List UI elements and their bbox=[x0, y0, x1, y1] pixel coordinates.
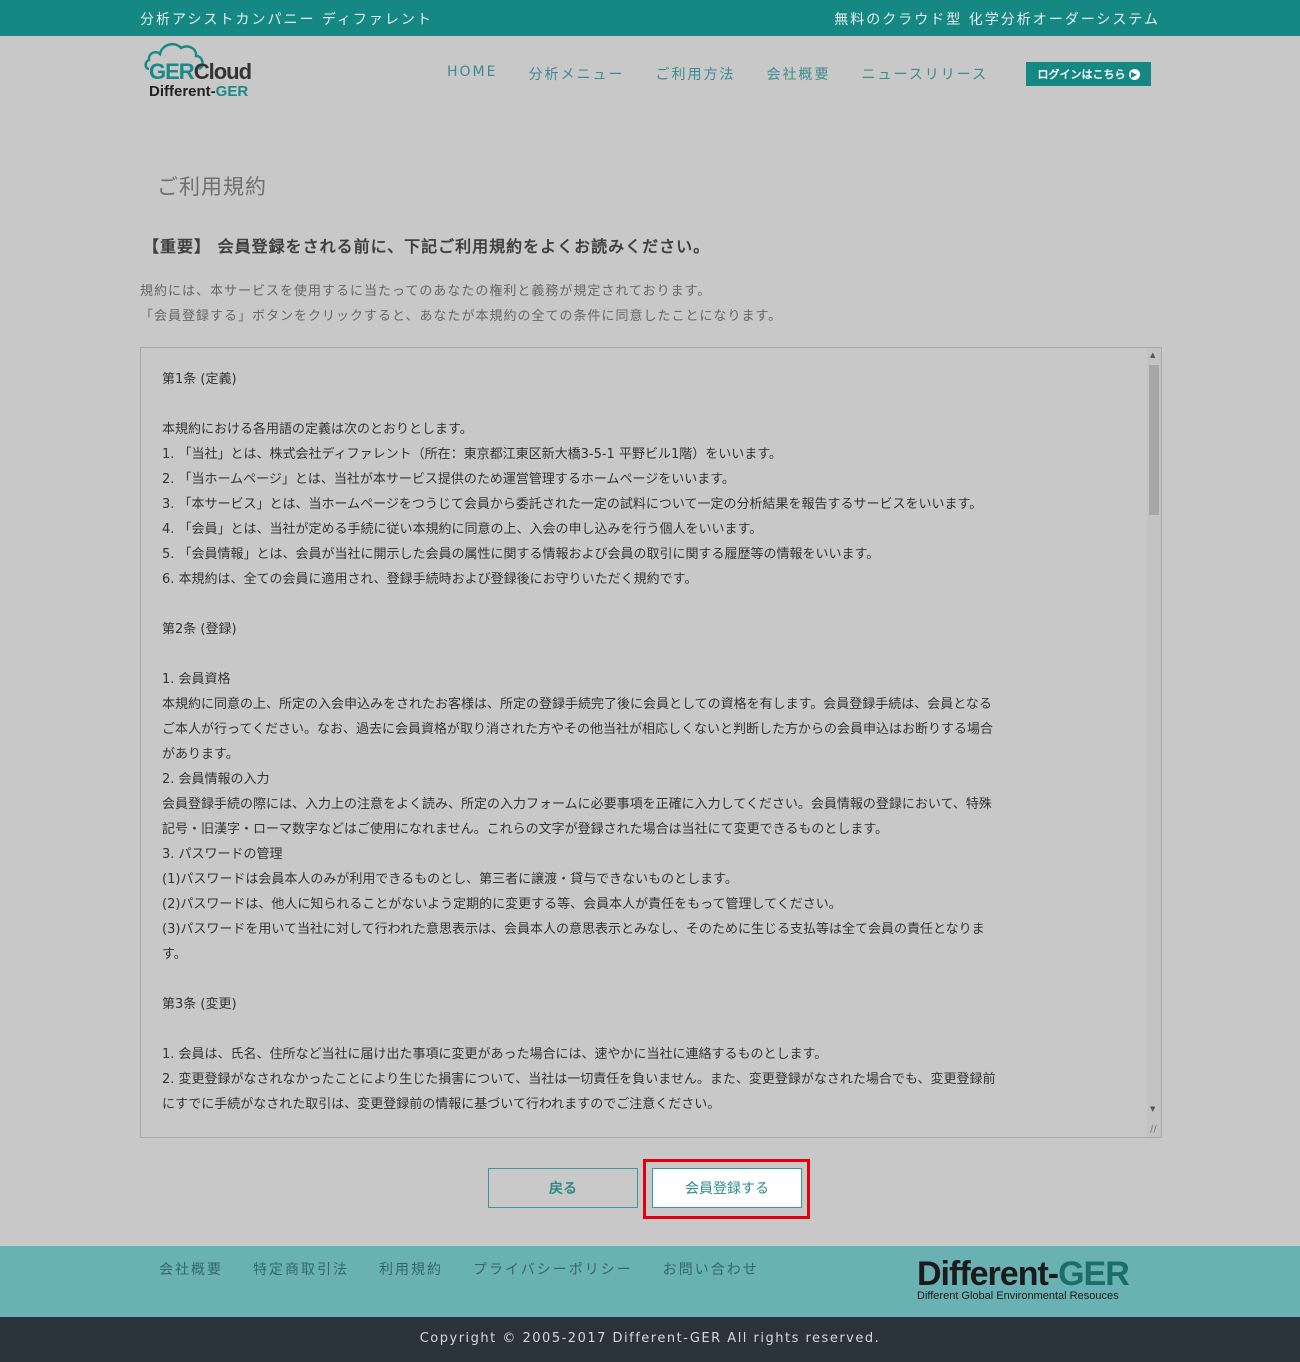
login-label: ログインはこちら bbox=[1037, 68, 1126, 81]
scrollbar-thumb[interactable] bbox=[1149, 365, 1159, 515]
terms-line: 第2条 (登録) bbox=[162, 622, 237, 637]
terms-line: があります。 bbox=[162, 747, 239, 762]
footer-link-terms[interactable]: 利用規約 bbox=[379, 1259, 443, 1279]
logo-ger-2: GER bbox=[215, 83, 249, 100]
terms-blank-line bbox=[162, 967, 1132, 992]
terms-line: 4. 「会員」とは、当社が定める手続に従い本規約に同意の上、入会の申し込みを行う… bbox=[162, 522, 763, 537]
footer-links: 会社概要 特定商取引法 利用規約 プライバシーポリシー お問い合わせ bbox=[159, 1259, 789, 1279]
scroll-up-icon[interactable]: ▲ bbox=[1150, 351, 1155, 359]
footer-logo-different: Different- bbox=[917, 1255, 1059, 1293]
scroll-down-icon[interactable]: ▼ bbox=[1150, 1105, 1155, 1113]
footer-link-contact[interactable]: お問い合わせ bbox=[663, 1259, 759, 1279]
terms-textarea[interactable]: 第1条 (定義) 本規約における各用語の定義は次のとおりとします。 1. 「当社」と… bbox=[140, 347, 1162, 1138]
terms-line: にすでに手続がなされた取引は、変更登録前の情報に基づいて行われますのでご注意くだ… bbox=[162, 1097, 721, 1112]
terms-line: す。 bbox=[162, 947, 187, 962]
terms-scrollbar[interactable]: ▲ ▼ bbox=[1147, 348, 1161, 1137]
nav-usage[interactable]: ご利用方法 bbox=[655, 64, 735, 84]
terms-line: 第1条 (定義) bbox=[162, 372, 237, 387]
footer-link-privacy[interactable]: プライバシーポリシー bbox=[473, 1259, 633, 1279]
logo-different: Different- bbox=[149, 83, 216, 100]
resize-grip-icon[interactable]: ∕∕ bbox=[1150, 1124, 1157, 1135]
terms-line: (2)パスワードは、他人に知られることがないよう定期的に変更する等、会員本人が責… bbox=[162, 897, 842, 912]
footer-logo[interactable]: Different-GER Different Global Environme… bbox=[917, 1255, 1130, 1302]
terms-line: 記号・旧漢字・ローマ数字などはご使用になれません。これらの文字が登録された場合は… bbox=[162, 822, 889, 837]
terms-blank-line bbox=[162, 642, 1132, 667]
logo-cloud: Cloud bbox=[193, 59, 252, 84]
terms-blank-line bbox=[162, 592, 1132, 617]
main-nav: HOME 分析メニュー ご利用方法 会社概要 ニュースリリース bbox=[447, 64, 1019, 84]
terms-line: 1. 「当社」とは、株式会社ディファレント（所在：東京都江東区新大橋3-5-1 … bbox=[162, 447, 782, 462]
intro-text: 規約には、本サービスを使用するに当たってのあなたの権利と義務が規定されております… bbox=[140, 279, 782, 329]
page-title: ご利用規約 bbox=[157, 175, 267, 199]
terms-line: 3. 「本サービス」とは、当ホームページをつうじて会員から委託された一定の試料に… bbox=[162, 497, 983, 512]
logo-ger: GER bbox=[149, 59, 195, 84]
footer-logo-ger: GER bbox=[1058, 1255, 1130, 1293]
top-bar: 分析アシストカンパニー ディファレント 無料のクラウド型 化学分析オーダーシステ… bbox=[0, 0, 1300, 36]
terms-line: 2. 変更登録がなされなかったことにより生じた損害について、当社は一切責任を負い… bbox=[162, 1072, 996, 1087]
terms-line: ご本人が行ってください。なお、過去に会員資格が取り消された方やその他当社が相応し… bbox=[162, 722, 993, 737]
terms-line: 1. 会員資格 bbox=[162, 672, 231, 687]
arrow-right-icon: ▶ bbox=[1128, 68, 1140, 80]
register-button[interactable]: 会員登録する bbox=[652, 1168, 802, 1208]
terms-line: 1. 会員は、氏名、住所など当社に届け出た事項に変更があった場合には、速やかに当… bbox=[162, 1047, 828, 1062]
footer: 会社概要 特定商取引法 利用規約 プライバシーポリシー お問い合わせ Diffe… bbox=[0, 1246, 1300, 1317]
terms-line: 3. パスワードの管理 bbox=[162, 847, 283, 862]
footer-logo-sub: Different Global Environmental Resouces bbox=[917, 1290, 1119, 1302]
terms-line: 本規約に同意の上、所定の入会申込みをされたお客様は、所定の登録手続完了後に会員と… bbox=[162, 697, 992, 712]
nav-company[interactable]: 会社概要 bbox=[766, 64, 830, 84]
nav-home[interactable]: HOME bbox=[447, 64, 497, 84]
login-button[interactable]: ログインはこちら ▶ bbox=[1026, 62, 1151, 86]
intro-line: 規約には、本サービスを使用するに当たってのあなたの権利と義務が規定されております… bbox=[140, 284, 712, 299]
important-notice: 【重要】 会員登録をされる前に、下記ご利用規約をよくお読みください。 bbox=[143, 237, 711, 256]
terms-line: 本規約における各用語の定義は次のとおりとします。 bbox=[162, 422, 473, 437]
terms-line: 第3条 (変更) bbox=[162, 997, 237, 1012]
terms-line: 2. 会員情報の入力 bbox=[162, 772, 270, 787]
footer-link-commerce-law[interactable]: 特定商取引法 bbox=[253, 1259, 349, 1279]
terms-content: 第1条 (定義) 本規約における各用語の定義は次のとおりとします。 1. 「当社」と… bbox=[162, 367, 1132, 1117]
nav-menu[interactable]: 分析メニュー bbox=[528, 64, 624, 84]
company-tagline: 分析アシストカンパニー ディファレント bbox=[140, 12, 433, 28]
copyright: Copyright © 2005-2017 Different-GER All … bbox=[0, 1317, 1300, 1362]
service-tagline: 無料のクラウド型 化学分析オーダーシステム bbox=[834, 12, 1160, 28]
terms-line: 会員登録手続の際には、入力上の注意をよく読み、所定の入力フォームに必要事項を正確… bbox=[162, 797, 992, 812]
intro-line: 「会員登録する」ボタンをクリックすると、あなたが本規約の全ての条件に同意したこと… bbox=[140, 309, 783, 324]
terms-line: 5. 「会員情報」とは、会員が当社に開示した会員の属性に関する情報および会員の取… bbox=[162, 547, 880, 562]
footer-link-company[interactable]: 会社概要 bbox=[159, 1259, 223, 1279]
terms-blank-line bbox=[162, 1017, 1132, 1042]
nav-news[interactable]: ニュースリリース bbox=[861, 64, 988, 84]
back-button[interactable]: 戻る bbox=[488, 1168, 638, 1208]
terms-line: (1)パスワードは会員本人のみが利用できるものとし、第三者に譲渡・貸与できないも… bbox=[162, 872, 738, 887]
terms-blank-line bbox=[162, 392, 1132, 417]
terms-line: 2. 「当ホームページ」とは、当社が本サービス提供のため運営管理するホームページ… bbox=[162, 472, 735, 487]
site-logo[interactable]: GERCloud Different-GER bbox=[143, 40, 265, 102]
terms-line: 6. 本規約は、全ての会員に適用され、登録手続時および登録後にお守りいただく規約… bbox=[162, 572, 698, 587]
terms-line: (3)パスワードを用いて当社に対して行われた意思表示は、会員本人の意思表示とみな… bbox=[162, 922, 985, 937]
